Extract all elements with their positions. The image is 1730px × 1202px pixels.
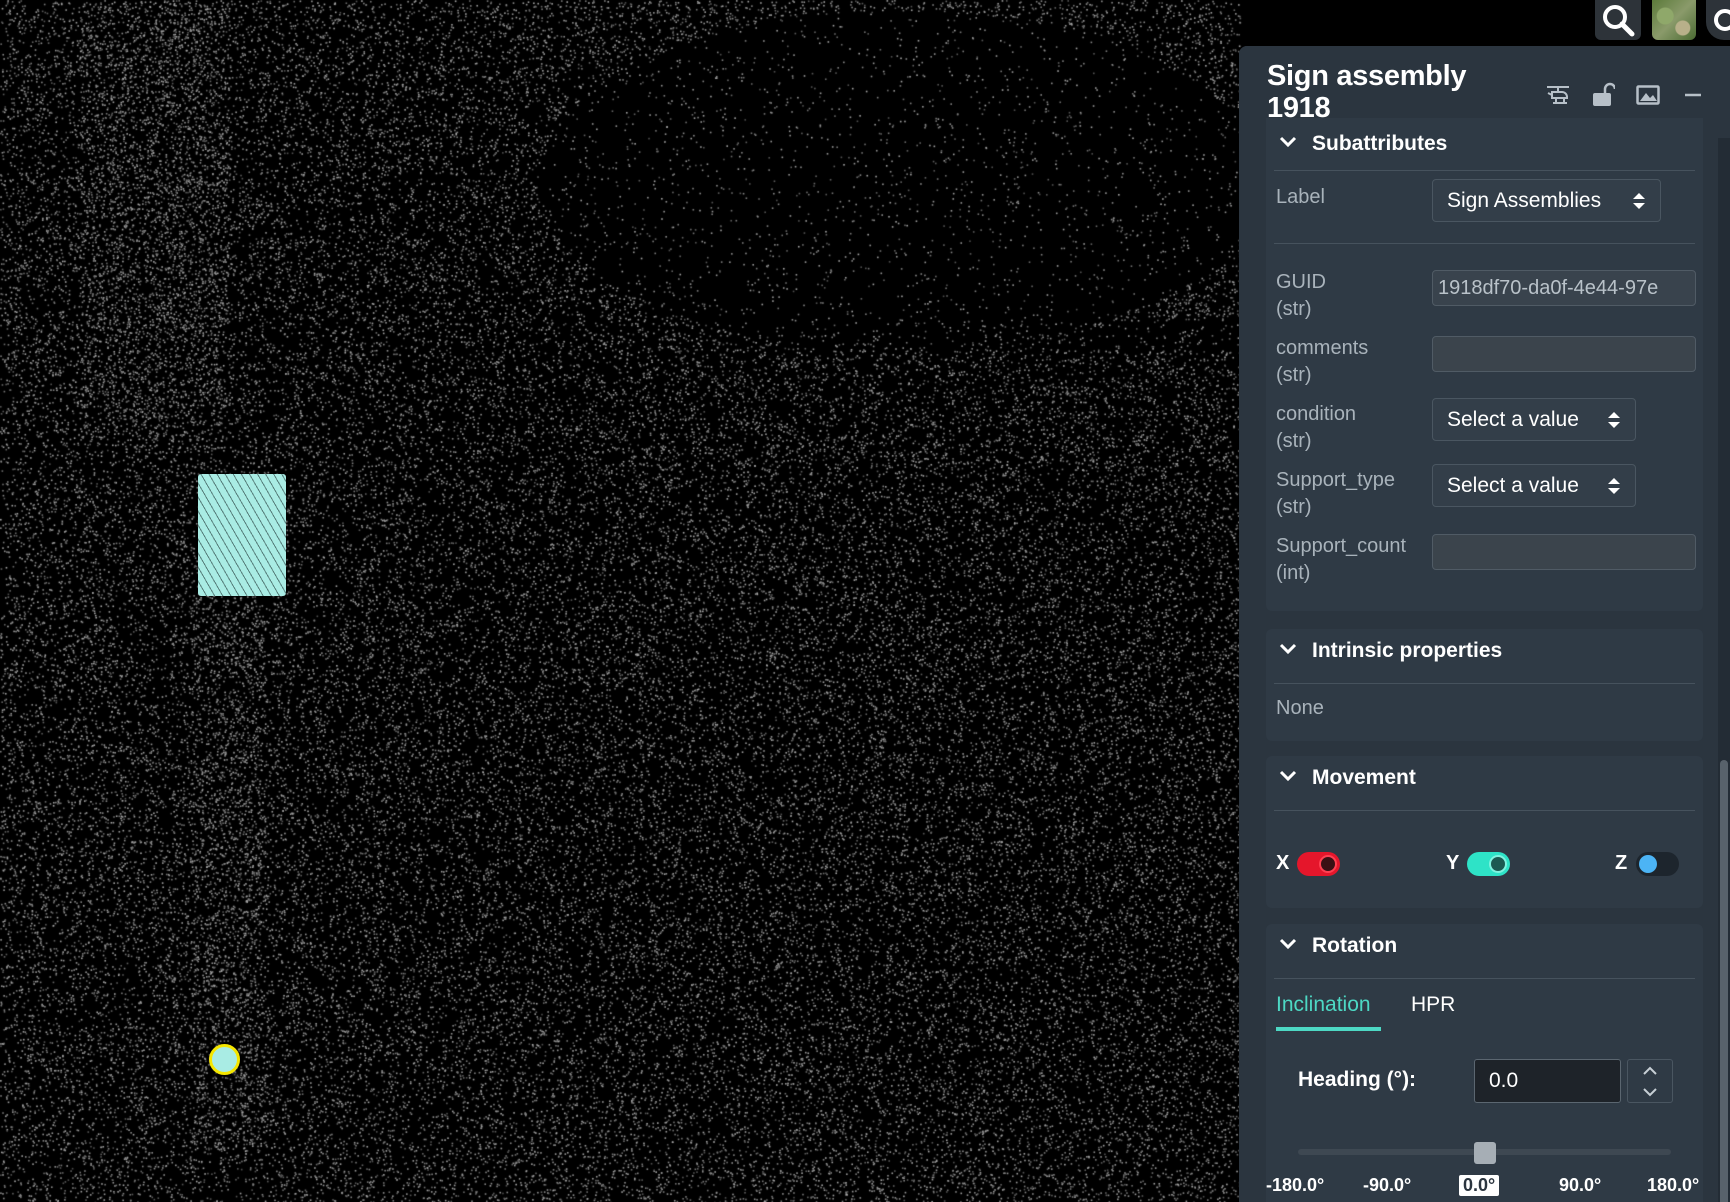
- section-title: Intrinsic properties: [1312, 639, 1503, 662]
- intrinsic-properties-header[interactable]: Intrinsic properties: [1266, 629, 1703, 675]
- chevron-down-icon: [1279, 770, 1297, 782]
- comments-field[interactable]: [1432, 336, 1696, 372]
- chevron-down-icon: [1279, 136, 1297, 148]
- chevron-down-icon: [1279, 643, 1297, 655]
- circle-icon: [1714, 9, 1730, 31]
- axis-y-label: Y: [1446, 852, 1460, 874]
- sort-updown-icon: [1608, 412, 1620, 428]
- condition-label: condition (str): [1276, 403, 1357, 452]
- minimize-icon[interactable]: [1670, 80, 1715, 110]
- heading-slider-thumb[interactable]: [1473, 1142, 1496, 1164]
- sort-updown-icon: [1608, 478, 1620, 494]
- rotation-section: Rotation Inclination HPR Heading (°): 0.…: [1266, 924, 1703, 1202]
- subattributes-header[interactable]: Subattributes: [1266, 128, 1703, 174]
- panel-title: Sign assembly 1918: [1267, 60, 1467, 124]
- section-title: Movement: [1312, 766, 1416, 789]
- axis-x-toggle[interactable]: [1297, 852, 1340, 876]
- slider-current-value: 0.0°: [1459, 1175, 1500, 1196]
- guid-field[interactable]: 1918df70-da0f-4e44-97e: [1432, 270, 1696, 306]
- intrinsic-properties-value: None: [1276, 697, 1324, 719]
- condition-select-value: Select a value: [1447, 407, 1579, 431]
- condition-select[interactable]: Select a value: [1432, 398, 1636, 441]
- chevron-down-icon: [1643, 1087, 1657, 1096]
- axis-x-label: X: [1276, 852, 1290, 874]
- sign-base-point[interactable]: [209, 1044, 240, 1075]
- increment-button[interactable]: [1628, 1060, 1672, 1081]
- intrinsic-properties-section: Intrinsic properties None: [1266, 629, 1703, 741]
- support-type-label: Support_type (str): [1276, 469, 1395, 518]
- active-tab-indicator: [1276, 1027, 1381, 1031]
- slider-tick-label: -180.0°: [1266, 1175, 1325, 1195]
- more-button[interactable]: [1706, 0, 1730, 40]
- tab-inclination[interactable]: Inclination: [1276, 993, 1371, 1017]
- heading-label: Heading (°):: [1298, 1068, 1417, 1091]
- label-select-value: Sign Assemblies: [1447, 188, 1602, 212]
- search-button[interactable]: [1595, 0, 1641, 40]
- search-icon: [1603, 5, 1635, 37]
- helicopter-icon[interactable]: [1535, 80, 1580, 110]
- close-icon[interactable]: [1715, 80, 1730, 110]
- heading-stepper[interactable]: [1627, 1059, 1673, 1103]
- support-type-select-value: Select a value: [1447, 473, 1579, 497]
- unlock-icon[interactable]: [1580, 80, 1625, 110]
- subattributes-section: Subattributes Label Sign Assemblies GUID…: [1266, 118, 1703, 611]
- axis-z-toggle[interactable]: [1636, 852, 1679, 876]
- satellite-thumbnail-icon: [1652, 0, 1696, 40]
- label-field-label: Label: [1276, 186, 1325, 208]
- sort-updown-icon: [1633, 193, 1645, 209]
- chevron-down-icon: [1279, 938, 1297, 950]
- tab-hpr[interactable]: HPR: [1411, 993, 1455, 1017]
- axis-y-toggle[interactable]: [1467, 852, 1510, 876]
- heading-input[interactable]: 0.0: [1474, 1059, 1621, 1103]
- axis-z-label: Z: [1615, 852, 1628, 874]
- label-select[interactable]: Sign Assemblies: [1432, 179, 1661, 222]
- support-count-label: Support_count (int): [1276, 535, 1407, 584]
- movement-section: Movement X Y Z: [1266, 756, 1703, 908]
- selected-sign-assembly[interactable]: [198, 474, 286, 596]
- support-type-select[interactable]: Select a value: [1432, 464, 1636, 507]
- slider-tick-label: 90.0°: [1559, 1175, 1602, 1195]
- properties-panel: Sign assembly 1918 Subattributes Label S…: [1239, 46, 1730, 1202]
- panel-scrollbar-thumb[interactable]: [1720, 760, 1728, 1202]
- rotation-header[interactable]: Rotation: [1266, 924, 1703, 970]
- decrement-button[interactable]: [1628, 1081, 1672, 1102]
- section-title: Subattributes: [1312, 132, 1448, 155]
- support-count-field[interactable]: [1432, 534, 1696, 570]
- comments-label: comments (str): [1276, 337, 1369, 386]
- chevron-up-icon: [1643, 1066, 1657, 1075]
- image-icon[interactable]: [1625, 80, 1670, 110]
- section-title: Rotation: [1312, 934, 1398, 957]
- slider-tick-label: 180.0°: [1647, 1175, 1700, 1195]
- guid-label: GUID (str): [1276, 271, 1326, 320]
- basemap-button[interactable]: [1652, 0, 1696, 40]
- movement-header[interactable]: Movement: [1266, 756, 1703, 802]
- slider-tick-label: -90.0°: [1363, 1175, 1412, 1195]
